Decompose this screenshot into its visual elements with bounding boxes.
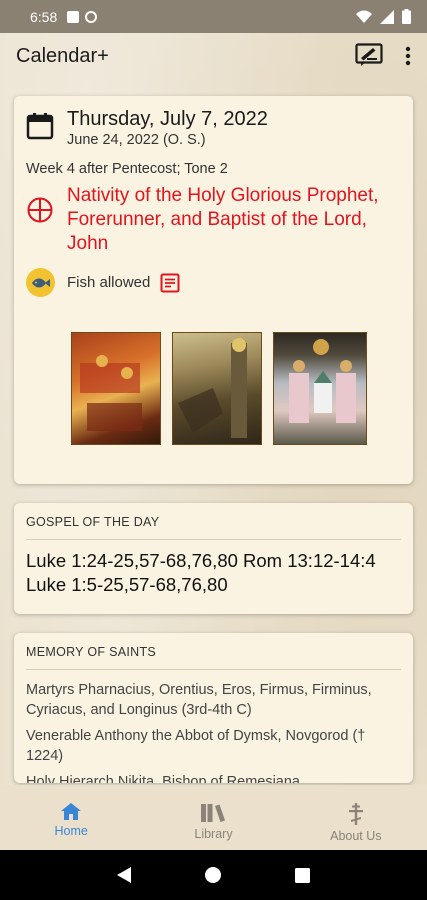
date-row: Thursday, July 7, 2022 June 24, 2022 (O.…	[26, 108, 268, 148]
system-indicators	[356, 9, 411, 24]
bottom-navigation: Home Library About Us	[0, 785, 427, 850]
more-options-icon[interactable]	[405, 46, 411, 66]
saint-entry: Holy Hierarch Nikita, Bishop of Remesian…	[26, 774, 300, 783]
icon-image[interactable]	[172, 332, 262, 445]
gospel-readings: Luke 1:24-25,57-68,76,80 Rom 13:12-14:4 …	[26, 550, 376, 595]
great-feast-icon	[27, 197, 53, 223]
fasting-row: Fish allowed	[26, 268, 180, 297]
wifi-icon	[356, 10, 372, 23]
saint-entry: Venerable Anthony the Abbot of Dymsk, No…	[26, 728, 366, 764]
nav-library[interactable]: Library	[142, 785, 284, 850]
battery-icon	[402, 9, 411, 24]
divider	[26, 669, 401, 670]
orthodox-cross-icon	[348, 803, 363, 825]
fish-icon	[26, 268, 55, 297]
nav-about-label: About Us	[330, 829, 382, 843]
status-time: 6:58	[30, 8, 58, 25]
app-title: Calendar+	[16, 44, 109, 67]
liturgical-week: Week 4 after Pentecost; Tone 2	[26, 161, 228, 177]
notes-icon[interactable]	[160, 273, 180, 293]
recents-icon[interactable]	[295, 867, 310, 883]
library-icon	[201, 804, 226, 822]
gospel-card[interactable]: GOSPEL OF THE DAY Luke 1:24-25,57-68,76,…	[14, 503, 413, 614]
system-navigation-bar	[0, 850, 427, 900]
gospel-header: GOSPEL OF THE DAY	[26, 515, 160, 529]
saints-list: Martyrs Pharnacius, Orentius, Eros, Firm…	[26, 680, 401, 783]
nav-about[interactable]: About Us	[285, 785, 427, 850]
calendar-icon	[26, 113, 54, 140]
signal-icon	[380, 9, 394, 24]
saints-header: MEMORY OF SAINTS	[26, 645, 157, 659]
old-style-date: June 24, 2022 (O. S.)	[67, 132, 206, 148]
home-button-icon[interactable]	[205, 867, 221, 883]
nav-home[interactable]: Home	[0, 785, 142, 850]
icons-gallery	[71, 332, 367, 445]
fasting-label: Fish allowed	[67, 274, 151, 291]
status-bar: 6:58	[0, 0, 427, 33]
at-sign-icon	[85, 10, 98, 23]
notification-icons	[67, 10, 98, 23]
saint-entry: Martyrs Pharnacius, Orentius, Eros, Firm…	[26, 682, 372, 718]
gregorian-date: Thursday, July 7, 2022	[67, 108, 268, 130]
feast-row[interactable]: Nativity of the Holy Glorious Prophet, F…	[26, 184, 406, 256]
nav-library-label: Library	[194, 827, 233, 841]
divider	[26, 539, 401, 540]
day-card[interactable]: Thursday, July 7, 2022 June 24, 2022 (O.…	[14, 96, 413, 484]
back-icon[interactable]	[117, 867, 131, 883]
saints-card[interactable]: MEMORY OF SAINTS Martyrs Pharnacius, Ore…	[14, 633, 413, 783]
home-icon	[61, 803, 82, 820]
notification-icon	[67, 10, 80, 23]
app-bar: Calendar+	[0, 33, 427, 79]
edit-note-icon[interactable]	[355, 43, 383, 69]
feast-title: Nativity of the Holy Glorious Prophet, F…	[67, 185, 379, 254]
icon-image[interactable]	[273, 332, 367, 445]
icon-image[interactable]	[71, 332, 161, 445]
nav-home-label: Home	[54, 824, 88, 838]
